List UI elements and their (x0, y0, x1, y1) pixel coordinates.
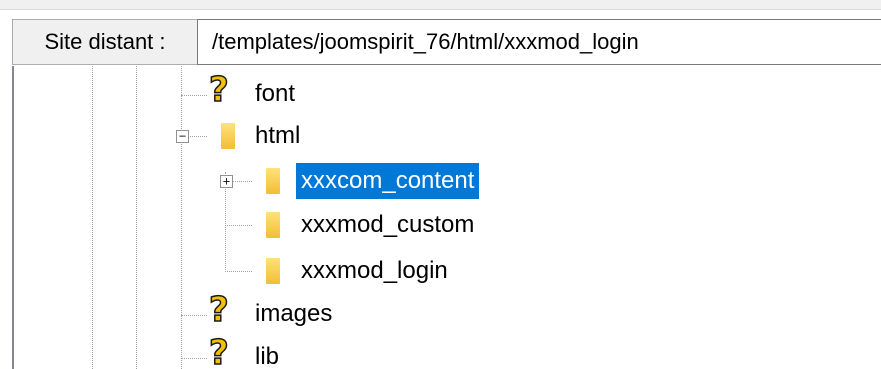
tree-item-font[interactable]: ? font (14, 69, 881, 118)
tree-item-xxxmod-login[interactable]: xxxmod_login (14, 250, 881, 294)
tree-item-label: html (255, 122, 301, 149)
tree-item-label: xxxcom_content (296, 163, 480, 199)
remote-site-panel: Site distant : /templates/joomspirit_76/… (0, 0, 881, 369)
folder-icon (221, 123, 235, 149)
tree-item-label: xxxmod_custom (301, 211, 475, 238)
tree-item-label: images (255, 300, 333, 327)
tree-item-label: xxxmod_login (301, 257, 448, 284)
folder-icon (266, 258, 280, 284)
tree-item-xxxmod-custom[interactable]: xxxmod_custom (14, 204, 881, 248)
question-mark-icon: ? (208, 69, 229, 111)
tree-item-label: font (255, 80, 296, 107)
question-mark-icon: ? (208, 332, 229, 369)
tree-item-html[interactable]: html (14, 115, 881, 159)
folder-icon (266, 212, 280, 238)
tree-item-label: lib (255, 343, 280, 369)
remote-site-path-bar: Site distant : /templates/joomspirit_76/… (12, 19, 881, 65)
remote-site-label: Site distant : (12, 19, 197, 65)
remote-site-path-input[interactable]: /templates/joomspirit_76/html/xxxmod_log… (197, 19, 881, 65)
folder-icon (266, 168, 280, 194)
tree-item-lib[interactable]: ? lib (14, 332, 881, 369)
tree-item-xxxcom-content[interactable]: xxxcom_content (14, 159, 881, 203)
question-mark-icon: ? (208, 289, 229, 331)
tree-item-images[interactable]: ? images (14, 289, 881, 338)
remote-directory-tree[interactable]: ? font − html + xxxcom_content xxxmod_cu… (12, 66, 881, 369)
top-border (0, 0, 881, 10)
